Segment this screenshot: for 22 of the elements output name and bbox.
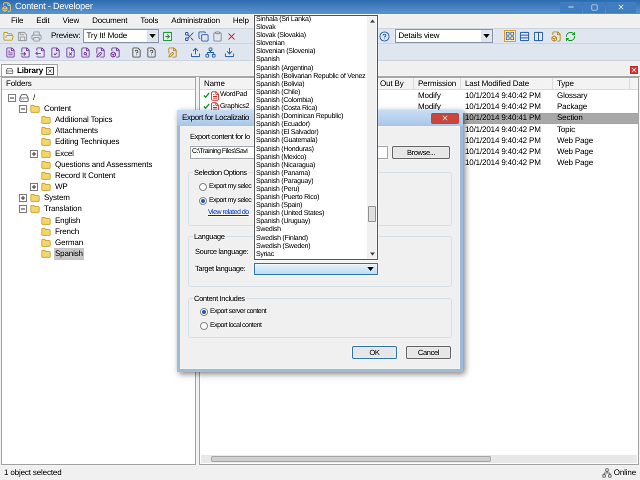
status-text: 1 object selected — [4, 466, 62, 478]
folders-header: Folders — [2, 78, 195, 90]
table-cell: 10/1/2014 9:40:42 PM — [465, 158, 541, 168]
table-cell: 10/1/2014 9:40:41 PM — [465, 113, 541, 122]
table-cell: Web Page — [557, 158, 594, 168]
table-cell: Web Page — [557, 147, 594, 156]
table-cell: Modify — [418, 90, 441, 100]
table-cell: Web Page — [557, 136, 594, 145]
table-cell: 10/1/2014 9:40:42 PM — [465, 124, 541, 134]
table-cell: Section — [557, 113, 583, 122]
table-cell: Topic — [557, 124, 575, 134]
table-cell: Modify — [418, 102, 441, 111]
preview-label: Preview: — [51, 30, 80, 42]
table-cell: 10/1/2014 9:40:42 PM — [465, 136, 541, 145]
window-title: Content - Developer — [15, 0, 93, 14]
table-cell: 10/1/2014 9:40:42 PM — [465, 147, 541, 156]
connection-status: Online — [614, 466, 636, 478]
dialog-title: Export for Localizatio — [182, 112, 250, 124]
table-cell: Package — [557, 102, 588, 111]
table-cell: 10/1/2014 9:40:42 PM — [465, 102, 541, 111]
table-cell: Glossary — [557, 90, 588, 100]
table-cell: 10/1/2014 9:40:42 PM — [465, 90, 541, 100]
